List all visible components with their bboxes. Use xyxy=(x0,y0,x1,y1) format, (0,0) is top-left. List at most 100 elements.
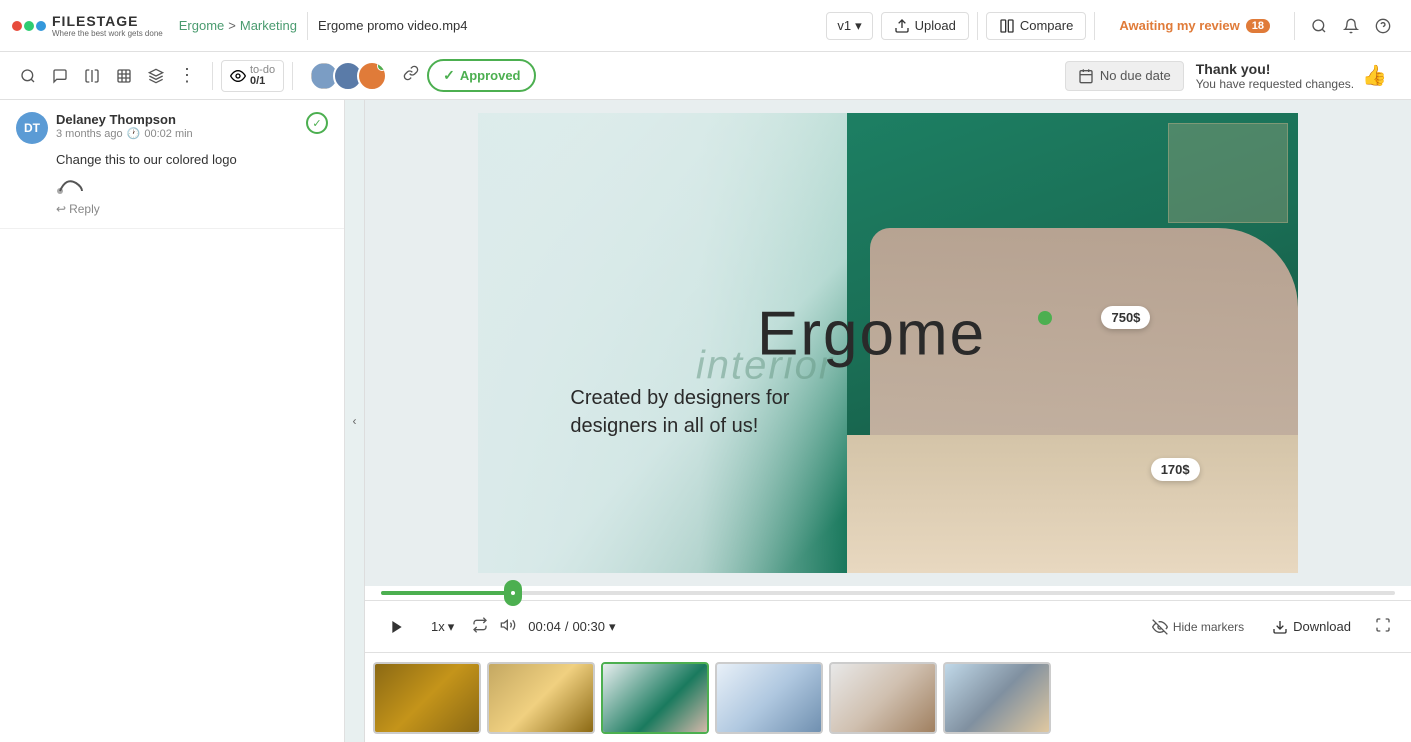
thumbs-up-icon: 👍 xyxy=(1362,63,1387,88)
reply-label: Reply xyxy=(69,202,100,216)
hide-markers-button[interactable]: Hide markers xyxy=(1144,615,1252,639)
views-button[interactable]: to-do 0/1 xyxy=(221,60,284,92)
logo-text: FILESTAGE Where the best work gets done xyxy=(52,13,163,38)
video-text-subtitle: Created by designers for designers in al… xyxy=(570,384,910,440)
notifications-button[interactable] xyxy=(1335,10,1367,42)
todo-count: 0/1 xyxy=(250,76,275,87)
thumbnail-6[interactable] xyxy=(943,662,1051,734)
time-chevron: ▾ xyxy=(609,619,616,635)
breadcrumb-separator: > xyxy=(228,18,236,33)
compare-icon xyxy=(999,18,1015,34)
help-button[interactable] xyxy=(1367,10,1399,42)
thumbnail-2-image xyxy=(489,664,593,732)
price-tag-750: 750$ xyxy=(1101,306,1150,329)
toolbar-divider-2 xyxy=(292,62,293,90)
breadcrumb-link[interactable]: Ergome xyxy=(179,18,225,33)
reply-button[interactable]: ↩ Reply xyxy=(56,202,328,216)
search-button[interactable] xyxy=(1303,10,1335,42)
more-button[interactable]: ⋮ xyxy=(172,60,204,92)
link-button[interactable] xyxy=(403,65,419,86)
version-chevron: ▾ xyxy=(855,18,862,34)
upload-button[interactable]: Upload xyxy=(881,12,969,40)
awaiting-review[interactable]: Awaiting my review 18 xyxy=(1119,18,1270,33)
nav-divider-2 xyxy=(977,12,978,40)
thumbnail-1[interactable] xyxy=(373,662,481,734)
thank-you-subtitle: You have requested changes. xyxy=(1196,77,1354,91)
main-content: DT Delaney Thompson 3 months ago 🕐 00:02… xyxy=(0,100,1411,742)
logo-tagline: Where the best work gets done xyxy=(52,29,163,38)
loop-icon xyxy=(472,617,488,633)
comment-text: Change this to our colored logo xyxy=(56,152,328,167)
awaiting-review-label: Awaiting my review xyxy=(1119,18,1239,33)
dot-red xyxy=(12,21,22,31)
frame-tool-button[interactable] xyxy=(108,60,140,92)
progress-bar-area[interactable] xyxy=(365,586,1411,600)
comment-author: Delaney Thompson xyxy=(56,112,298,127)
more-icon: ⋮ xyxy=(178,65,198,86)
thumbnail-3[interactable] xyxy=(601,662,709,734)
layers-icon xyxy=(148,68,164,84)
speed-button[interactable]: 1x ▾ xyxy=(425,616,460,638)
due-date-button[interactable]: No due date xyxy=(1065,61,1184,91)
download-button[interactable]: Download xyxy=(1264,615,1359,639)
play-icon xyxy=(389,619,405,635)
top-navigation: FILESTAGE Where the best work gets done … xyxy=(0,0,1411,52)
frame-icon xyxy=(116,68,132,84)
video-area: interior Ergome Created by designers for… xyxy=(365,100,1411,742)
nav-divider-1 xyxy=(307,12,308,40)
upload-label: Upload xyxy=(915,18,956,33)
approved-button[interactable]: ✓ Approved xyxy=(427,59,536,92)
video-frame: interior Ergome Created by designers for… xyxy=(365,100,1411,586)
no-due-date-label: No due date xyxy=(1100,68,1171,83)
loop-button[interactable] xyxy=(472,617,488,636)
hide-markers-label: Hide markers xyxy=(1173,620,1244,634)
toolbar: ⋮ to-do 0/1 ✓ Approved No due date Thank… xyxy=(0,52,1411,100)
eye-icon xyxy=(230,68,246,84)
breadcrumb-section: Marketing xyxy=(240,18,297,33)
clock-icon: 🕐 xyxy=(127,127,141,140)
accent-dot xyxy=(1038,311,1052,325)
comment-resolve-button[interactable]: ✓ xyxy=(306,112,328,134)
nav-divider-3 xyxy=(1094,12,1095,40)
layers-tool-button[interactable] xyxy=(140,60,172,92)
compare-button[interactable]: Compare xyxy=(986,12,1086,40)
thumbnail-5[interactable] xyxy=(829,662,937,734)
thumbnail-4[interactable] xyxy=(715,662,823,734)
online-indicator xyxy=(377,61,387,71)
avatar-3[interactable] xyxy=(357,61,387,91)
comment-tool-button[interactable] xyxy=(44,60,76,92)
search-icon xyxy=(1311,18,1327,34)
thank-you-text: Thank you! You have requested changes. xyxy=(1196,61,1354,91)
fullscreen-button[interactable] xyxy=(1371,613,1395,640)
thumb-dot xyxy=(511,591,515,595)
approved-label: Approved xyxy=(460,68,521,83)
help-icon xyxy=(1375,18,1391,34)
search-tool-icon xyxy=(20,68,36,84)
time-total: 00:30 xyxy=(572,619,605,634)
thumbnail-1-image xyxy=(375,664,479,732)
thank-you-title: Thank you! xyxy=(1196,61,1354,77)
comment-header: DT Delaney Thompson 3 months ago 🕐 00:02… xyxy=(16,112,328,144)
fullscreen-icon xyxy=(1375,617,1391,633)
progress-fill xyxy=(381,591,513,595)
reply-arrow: ↩ xyxy=(56,202,66,216)
thumbnail-4-image xyxy=(717,664,821,732)
progress-track[interactable] xyxy=(381,591,1395,595)
search-tool-button[interactable] xyxy=(12,60,44,92)
collapse-panel-button[interactable]: ‹ xyxy=(345,100,365,742)
play-button[interactable] xyxy=(381,611,413,643)
thumbnail-3-image xyxy=(603,664,707,732)
progress-thumb[interactable] xyxy=(504,580,522,606)
comment-avatar: DT xyxy=(16,112,48,144)
video-controls: 1x ▾ 00:04 / 00:30 ▾ Hide markers xyxy=(365,600,1411,652)
subtitle-line-1: Created by designers for xyxy=(570,384,910,412)
volume-button[interactable] xyxy=(500,617,516,636)
thumbnail-2[interactable] xyxy=(487,662,595,734)
shelf xyxy=(1168,123,1288,223)
breadcrumb: Ergome > Marketing xyxy=(179,18,297,33)
reviewers-avatars xyxy=(309,61,387,91)
version-button[interactable]: v1 ▾ xyxy=(826,12,872,40)
thank-you-box: Thank you! You have requested changes. 👍 xyxy=(1184,57,1399,95)
compare-tool-icon xyxy=(84,68,100,84)
compare-tool-button[interactable] xyxy=(76,60,108,92)
